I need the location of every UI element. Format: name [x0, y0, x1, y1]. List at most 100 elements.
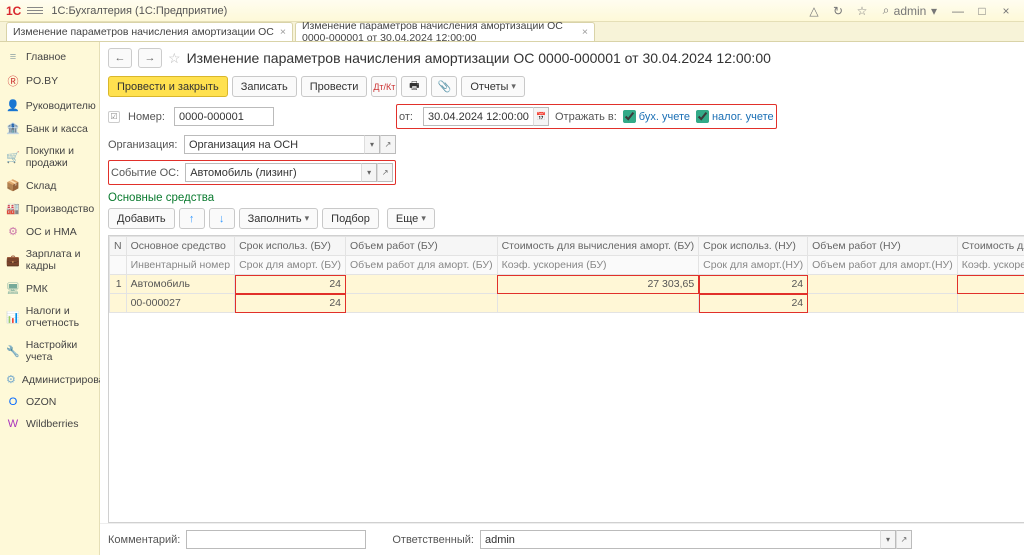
data-grid[interactable]: N Основное средство Срок использ. (БУ) О… — [108, 235, 1024, 523]
cell-koef-bu[interactable] — [497, 294, 699, 313]
col-obyem-nu[interactable]: Объем работ (НУ) — [808, 237, 958, 256]
responsible-field[interactable] — [480, 530, 880, 549]
cell-koef-nu[interactable] — [957, 294, 1024, 313]
open-icon[interactable]: ↗ — [377, 163, 393, 182]
cell-obyem-amort-nu[interactable] — [808, 294, 958, 313]
post-and-close-button[interactable]: Провести и закрыть — [108, 76, 228, 97]
sidebar-label: РМК — [26, 283, 48, 295]
chevron-down-icon[interactable]: ▾ — [361, 163, 377, 182]
col-koef-bu[interactable]: Коэф. ускорения (БУ) — [497, 256, 699, 275]
sidebar-item-0[interactable]: ≡Главное — [0, 46, 99, 68]
col-n[interactable]: N — [110, 237, 127, 256]
sidebar-icon: 🖥 — [6, 282, 20, 295]
sidebar-item-5[interactable]: 📦Склад — [0, 174, 99, 197]
pick-button[interactable]: Подбор — [322, 208, 379, 229]
nav-back-button[interactable]: ← — [108, 48, 132, 68]
dtkt-button[interactable]: Дт/Кт — [371, 76, 397, 97]
col-srok-bu[interactable]: Срок использ. (БУ) — [235, 237, 346, 256]
sidebar-item-10[interactable]: 📊Налоги и отчетность — [0, 300, 99, 334]
maximize-icon[interactable]: □ — [973, 2, 991, 20]
sidebar-item-3[interactable]: 🏦Банк и касса — [0, 117, 99, 140]
cell-os[interactable]: Автомобиль — [126, 275, 234, 294]
minimize-icon[interactable]: — — [949, 2, 967, 20]
col-koef-nu[interactable]: Коэф. ускорения (НУ) — [957, 256, 1024, 275]
sidebar-item-9[interactable]: 🖥 РМК — [0, 277, 99, 300]
tab-close-icon[interactable]: × — [582, 26, 588, 38]
table-row-sub[interactable]: 00-000027 24 24 — [110, 294, 1024, 313]
cell-obyem-bu[interactable] — [346, 275, 498, 294]
col-obyem-bu[interactable]: Объем работ (БУ) — [346, 237, 498, 256]
comment-field[interactable] — [186, 530, 366, 549]
close-window-icon[interactable]: × — [997, 2, 1015, 20]
col-inv[interactable]: Инвентарный номер — [126, 256, 234, 275]
move-down-button[interactable]: ↓ — [209, 208, 235, 229]
cell-obyem-amort-bu[interactable] — [346, 294, 498, 313]
attach-button[interactable]: 📎 — [431, 76, 457, 97]
col-srok-amort-bu[interactable]: Срок для аморт. (БУ) — [235, 256, 346, 275]
chevron-down-icon: ▾ — [511, 81, 516, 92]
favorites-icon[interactable]: ☆ — [853, 2, 871, 20]
col-obyem-amort-nu[interactable]: Объем работ для аморт.(НУ) — [808, 256, 958, 275]
cell-srok-bu[interactable]: 24 — [235, 275, 346, 294]
window-tab[interactable]: Изменение параметров начисления амортиза… — [6, 22, 293, 41]
calendar-icon[interactable]: 📅 — [533, 107, 549, 126]
move-up-button[interactable]: ↑ — [179, 208, 205, 229]
print-button[interactable]: 🖶 — [401, 76, 427, 97]
sidebar-item-8[interactable]: 💼Зарплата и кадры — [0, 243, 99, 277]
cell-srok-amort-nu[interactable]: 24 — [699, 294, 808, 313]
write-button[interactable]: Записать — [232, 76, 297, 97]
sidebar-icon: Ⓡ — [6, 73, 20, 89]
date-field[interactable] — [423, 107, 533, 126]
col-stoimost-bu[interactable]: Стоимость для вычисления аморт. (БУ) — [497, 237, 699, 256]
col-os[interactable]: Основное средство — [126, 237, 234, 256]
sidebar-item-7[interactable]: ⚙ОС и НМА — [0, 220, 99, 243]
notifications-icon[interactable]: △ — [805, 2, 823, 20]
col-srok-amort-nu[interactable]: Срок для аморт.(НУ) — [699, 256, 808, 275]
table-row[interactable]: 1 Автомобиль 24 27 303,65 24 27 303,65 — [110, 275, 1024, 294]
tab-close-icon[interactable]: × — [280, 26, 286, 38]
open-icon[interactable]: ↗ — [896, 530, 912, 549]
menu-burger-icon[interactable] — [27, 3, 43, 19]
organization-field[interactable] — [184, 135, 364, 154]
sidebar-item-11[interactable]: 🔧Настройки учета — [0, 334, 99, 368]
sidebar-item-14[interactable]: WWildberries — [0, 413, 99, 435]
chevron-down-icon[interactable]: ▾ — [880, 530, 896, 549]
chevron-down-icon[interactable]: ▾ — [364, 135, 380, 154]
cell-stoimost-bu[interactable]: 27 303,65 — [497, 275, 699, 294]
sidebar-item-12[interactable]: ⚙Администрирование — [0, 368, 99, 391]
history-icon[interactable]: ↻ — [829, 2, 847, 20]
search-icon[interactable]: ⌕ — [877, 2, 895, 20]
add-row-button[interactable]: Добавить — [108, 208, 175, 229]
sidebar-item-6[interactable]: 🏭Производство — [0, 197, 99, 220]
post-button[interactable]: Провести — [301, 76, 368, 97]
cell-srok-nu[interactable]: 24 — [699, 275, 808, 294]
reflect-nu-label: налог. учете — [712, 111, 774, 123]
cell-obyem-nu[interactable] — [808, 275, 958, 294]
cell-inv[interactable]: 00-000027 — [126, 294, 234, 313]
sidebar-icon: 📊 — [6, 311, 20, 324]
open-icon[interactable]: ↗ — [380, 135, 396, 154]
table-more-button[interactable]: Еще▾ — [387, 208, 435, 229]
sidebar-item-4[interactable]: 🛒Покупки и продажи — [0, 140, 99, 174]
sidebar-item-13[interactable]: OOZON — [0, 391, 99, 413]
col-srok-nu[interactable]: Срок использ. (НУ) — [699, 237, 808, 256]
col-obyem-amort-bu[interactable]: Объем работ для аморт. (БУ) — [346, 256, 498, 275]
col-stoimost-nu[interactable]: Стоимость для вычисления аморт. (НУ) — [957, 237, 1024, 256]
cell-stoimost-nu[interactable]: 27 303,65 — [957, 275, 1024, 294]
user-label[interactable]: admin — [901, 2, 919, 20]
window-tab-active[interactable]: Изменение параметров начисления амортиза… — [295, 22, 595, 41]
sidebar-item-1[interactable]: ⓇPO.BY — [0, 68, 99, 94]
reports-button[interactable]: Отчеты ▾ — [461, 76, 525, 97]
favorite-star-icon[interactable]: ☆ — [168, 50, 181, 67]
user-dropdown-icon[interactable]: ▾ — [925, 2, 943, 20]
reflect-nu-checkbox[interactable]: налог. учете — [696, 110, 774, 123]
cell-srok-amort-bu[interactable]: 24 — [235, 294, 346, 313]
reflect-bu-checkbox[interactable]: бух. учете — [623, 110, 690, 123]
number-field[interactable] — [174, 107, 274, 126]
fill-button[interactable]: Заполнить▾ — [239, 208, 319, 229]
sidebar-item-2[interactable]: 👤Руководителю — [0, 94, 99, 117]
event-os-field[interactable] — [185, 163, 361, 182]
cell-n[interactable]: 1 — [110, 275, 127, 294]
table-toolbar: Добавить ↑ ↓ Заполнить▾ Подбор Еще▾ — [100, 204, 1024, 233]
nav-forward-button[interactable]: → — [138, 48, 162, 68]
